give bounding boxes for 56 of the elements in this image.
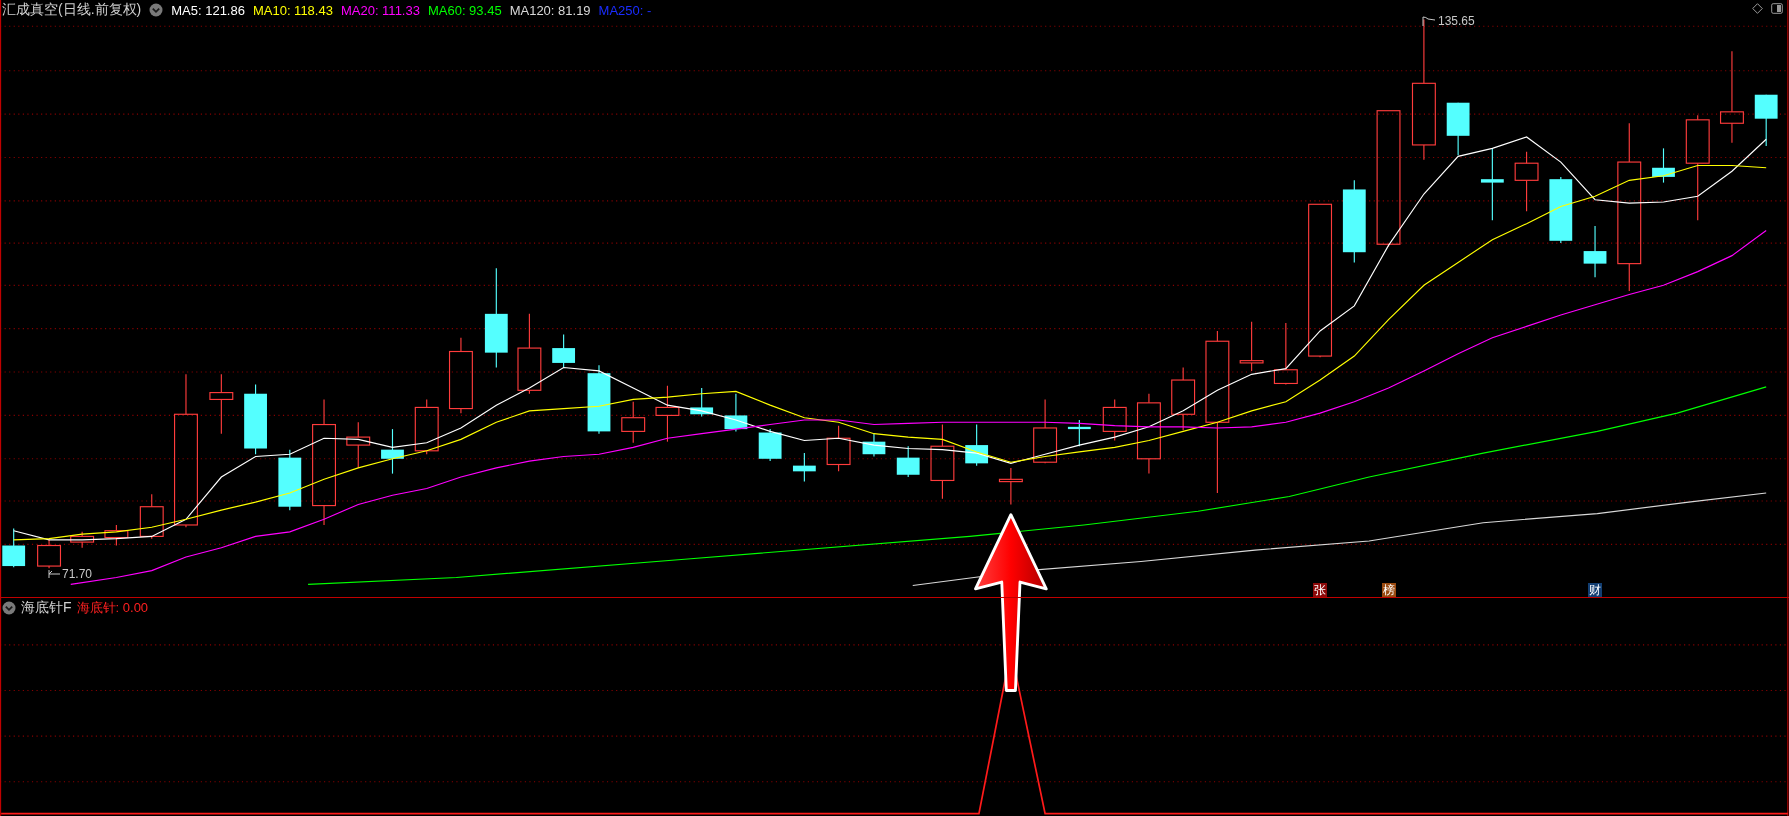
indicator-name: 海底针F: [21, 599, 72, 617]
candlestick: [104, 524, 129, 547]
candlestick: [826, 425, 851, 472]
candlestick: [1102, 398, 1127, 442]
candlestick: [1549, 176, 1573, 244]
candlestick: [37, 538, 62, 569]
high-price-label: 135.65: [1438, 14, 1475, 28]
candlestick: [965, 424, 989, 467]
candlestick: [1583, 225, 1607, 278]
candlestick: [1754, 94, 1778, 147]
indicator-reading: 海底针: 0.00: [76, 599, 149, 617]
candlestick: [2, 527, 26, 568]
candlestick: [1514, 151, 1539, 212]
candlestick: [998, 467, 1023, 505]
candlestick: [724, 393, 748, 432]
candlestick: [139, 493, 164, 540]
candlestick: [552, 333, 576, 369]
candlestick: [1652, 147, 1675, 184]
candlestick: [1273, 322, 1298, 386]
chevron-down-icon[interactable]: [2, 601, 16, 615]
diamond-icon[interactable]: [1752, 3, 1763, 14]
candlestick: [244, 384, 267, 455]
panel-toggle-icon[interactable]: [1771, 3, 1783, 14]
candlestick: [209, 373, 234, 435]
chevron-down-icon[interactable]: [149, 3, 164, 17]
candlestick: [1171, 366, 1196, 431]
event-badge[interactable]: 榜: [1382, 583, 1396, 597]
flag-pointer-icon: [1422, 16, 1436, 26]
low-price-label: 71.70: [62, 567, 93, 581]
candlestick: [1446, 102, 1470, 156]
candlestick: [70, 531, 95, 549]
candlestick: [896, 445, 920, 478]
event-badge[interactable]: 财: [1588, 583, 1602, 597]
event-badge[interactable]: 张: [1313, 583, 1327, 597]
moving-average-label: MA5: 121.86: [171, 2, 245, 18]
moving-average-label: MA10: 118.43: [252, 2, 333, 18]
left-arrow-icon: [48, 569, 60, 579]
candlestick: [414, 398, 439, 455]
candlestick: [758, 428, 782, 462]
candlestick: [1239, 321, 1264, 372]
candlestick: [621, 401, 646, 444]
candlestick: [690, 387, 714, 418]
moving-average-label: MA120: 81.19: [509, 2, 591, 18]
moving-average-label: MA250: -: [598, 2, 652, 18]
candlestick: [278, 449, 302, 511]
candlestick: [1033, 398, 1058, 464]
chart-title: 汇成真空(日线.前复权): [2, 1, 142, 19]
candlestick: [381, 428, 404, 475]
candlestick: [587, 364, 611, 435]
candlestick: [346, 421, 371, 469]
candlestick: [862, 433, 886, 458]
candlestick: [792, 452, 816, 483]
moving-average-label: MA60: 93.45: [427, 2, 502, 18]
candlestick: [655, 385, 680, 443]
candlestick: [1067, 419, 1091, 447]
moving-average-label: MA20: 111.33: [340, 2, 420, 18]
